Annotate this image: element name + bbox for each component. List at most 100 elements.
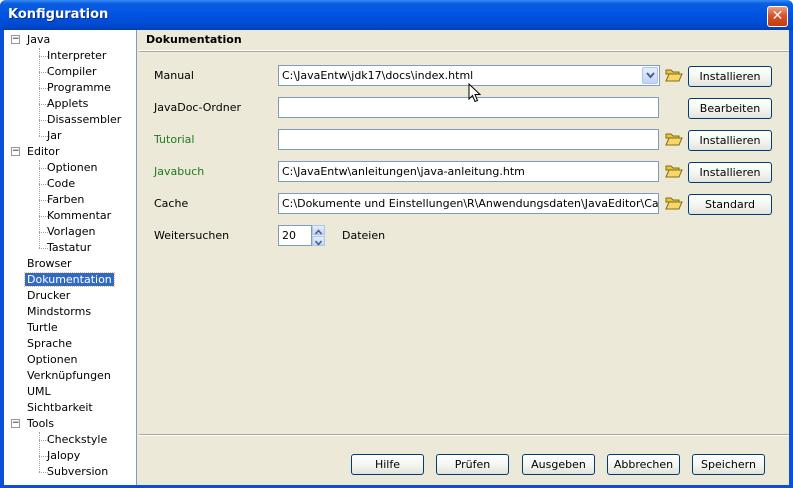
dialog-client: − Java Interpreter Compiler Programme Applets… — [4, 30, 789, 485]
tree-item-label: Farben — [47, 193, 85, 206]
cache-default-button[interactable]: Standard — [688, 194, 772, 215]
tutorial-input[interactable] — [278, 129, 659, 150]
tree-connector — [39, 160, 40, 248]
folder-open-icon[interactable] — [665, 67, 683, 83]
tree-item-label: Jalopy — [47, 449, 81, 462]
javabuch-label: Javabuch — [154, 165, 205, 178]
tree-item[interactable]: Compiler — [47, 64, 97, 79]
folder-open-icon[interactable] — [665, 195, 683, 211]
tree-item[interactable]: Turtle — [27, 320, 58, 335]
tree-connector — [39, 48, 40, 136]
weitersuchen-unit: Dateien — [342, 229, 386, 242]
tree-item-label: Sprache — [27, 337, 73, 350]
window-title: Konfiguration — [8, 7, 109, 22]
tree-item[interactable]: Interpreter — [47, 48, 106, 63]
panel-header: Dokumentation — [139, 30, 789, 51]
title-bar[interactable]: Konfiguration ✕ — [0, 0, 793, 30]
tree-item-label: Tastatur — [47, 241, 92, 254]
weitersuchen-value[interactable]: 20 — [278, 225, 312, 246]
tree-item[interactable]: Tools — [27, 416, 54, 431]
cache-value: C:\Dokumente und Einstellungen\R\Anwendu… — [282, 197, 659, 210]
tree-item-label: Mindstorms — [27, 305, 92, 318]
mouse-cursor-icon — [468, 82, 482, 106]
tree-item[interactable]: Applets — [47, 96, 88, 111]
tree-item-label: Checkstyle — [47, 433, 108, 446]
tree-item-label: Interpreter — [47, 49, 107, 62]
tutorial-install-button[interactable]: Installieren — [688, 130, 772, 151]
spin-up-icon[interactable] — [312, 225, 325, 235]
folder-open-icon[interactable] — [665, 163, 683, 179]
tree-item-label: Turtle — [27, 321, 58, 334]
tree-item[interactable]: Drucker — [27, 288, 70, 303]
tree-item[interactable]: Kommentar — [47, 208, 111, 223]
tree-item[interactable]: UML — [27, 384, 51, 399]
tree-collapse-icon[interactable]: − — [11, 419, 20, 428]
tree-item-label: Dokumentation — [24, 272, 115, 287]
tree-item[interactable]: Sprache — [27, 336, 72, 351]
tree-item[interactable]: Programme — [47, 80, 111, 95]
manual-install-button[interactable]: Installieren — [688, 66, 772, 87]
help-button[interactable]: Hilfe — [351, 454, 424, 475]
tree-item[interactable]: Editor — [27, 144, 60, 159]
tree-item-label: Optionen — [27, 353, 78, 366]
javabuch-install-button[interactable]: Installieren — [688, 162, 772, 183]
tree-item-label: Browser — [27, 257, 72, 270]
tree-item-label: Verknüpfungen — [27, 369, 111, 382]
javadoc-label: JavaDoc-Ordner — [154, 101, 241, 114]
tree-item[interactable]: Sichtbarkeit — [27, 400, 93, 415]
tree-item[interactable]: Farben — [47, 192, 84, 207]
tree-item[interactable]: Dokumentation — [24, 272, 115, 287]
close-button[interactable]: ✕ — [767, 6, 788, 27]
tree-item[interactable]: Mindstorms — [27, 304, 91, 319]
panel-title: Dokumentation — [146, 33, 242, 46]
manual-value: C:\JavaEntw\jdk17\docs\index.html — [282, 69, 474, 82]
weitersuchen-stepper[interactable]: 20 — [278, 225, 325, 246]
tree-item-label: Sichtbarkeit — [27, 401, 93, 414]
tree-item[interactable]: Jar — [47, 128, 62, 143]
tree-item-label: Editor — [27, 145, 60, 158]
tree-item-label: Vorlagen — [47, 225, 96, 238]
tree-item[interactable]: Subversion — [47, 464, 108, 479]
save-button[interactable]: Speichern — [692, 454, 765, 475]
weitersuchen-label: Weitersuchen — [154, 229, 230, 242]
folder-open-icon[interactable] — [665, 131, 683, 147]
tree-item-label: Java — [27, 33, 51, 46]
tree-item[interactable]: Disassembler — [47, 112, 121, 127]
tree-item[interactable]: Optionen — [27, 352, 77, 367]
cache-label: Cache — [154, 197, 189, 210]
javadoc-edit-button[interactable]: Bearbeiten — [688, 98, 772, 119]
tree-item-label: UML — [27, 385, 51, 398]
output-button[interactable]: Ausgeben — [522, 454, 595, 475]
chevron-down-icon[interactable] — [642, 67, 658, 84]
tree-item[interactable]: Jalopy — [47, 448, 80, 463]
tree-collapse-icon[interactable]: − — [11, 147, 20, 156]
cache-input[interactable]: C:\Dokumente und Einstellungen\R\Anwendu… — [278, 193, 659, 214]
tree-item[interactable]: Verknüpfungen — [27, 368, 111, 383]
cancel-button[interactable]: Abbrechen — [607, 454, 680, 475]
javabuch-value: C:\JavaEntw\anleitungen\java-anleitung.h… — [282, 165, 525, 178]
manual-label: Manual — [154, 69, 194, 82]
tree-item[interactable]: Tastatur — [47, 240, 91, 255]
settings-panel: Dokumentation Manual C:\JavaEntw\jdk17\d… — [139, 30, 789, 485]
check-button[interactable]: Prüfen — [436, 454, 509, 475]
tree-item[interactable]: Optionen — [47, 160, 97, 175]
tree-item[interactable]: Browser — [27, 256, 72, 271]
settings-tree[interactable]: − Java Interpreter Compiler Programme Applets… — [4, 30, 137, 485]
tree-item-label: Tools — [27, 417, 55, 430]
tree-item[interactable]: Java — [27, 32, 50, 47]
tree-item-label: Programme — [47, 81, 111, 94]
tree-item[interactable]: Code — [47, 176, 75, 191]
tree-item-label: Jar — [47, 129, 62, 142]
tree-item-label: Applets — [47, 97, 89, 110]
config-window: Konfiguration ✕ − Java Interpreter Compiler… — [0, 0, 793, 488]
tutorial-label: Tutorial — [154, 133, 195, 146]
tree-item[interactable]: Vorlagen — [47, 224, 95, 239]
tree-item-label: Drucker — [27, 289, 71, 302]
tree-item-label: Kommentar — [47, 209, 112, 222]
spin-down-icon[interactable] — [312, 236, 325, 246]
tree-item-label: Disassembler — [47, 113, 122, 126]
tree-collapse-icon[interactable]: − — [11, 35, 20, 44]
javabuch-input[interactable]: C:\JavaEntw\anleitungen\java-anleitung.h… — [278, 161, 659, 182]
tree-connector — [39, 432, 40, 472]
tree-item[interactable]: Checkstyle — [47, 432, 107, 447]
